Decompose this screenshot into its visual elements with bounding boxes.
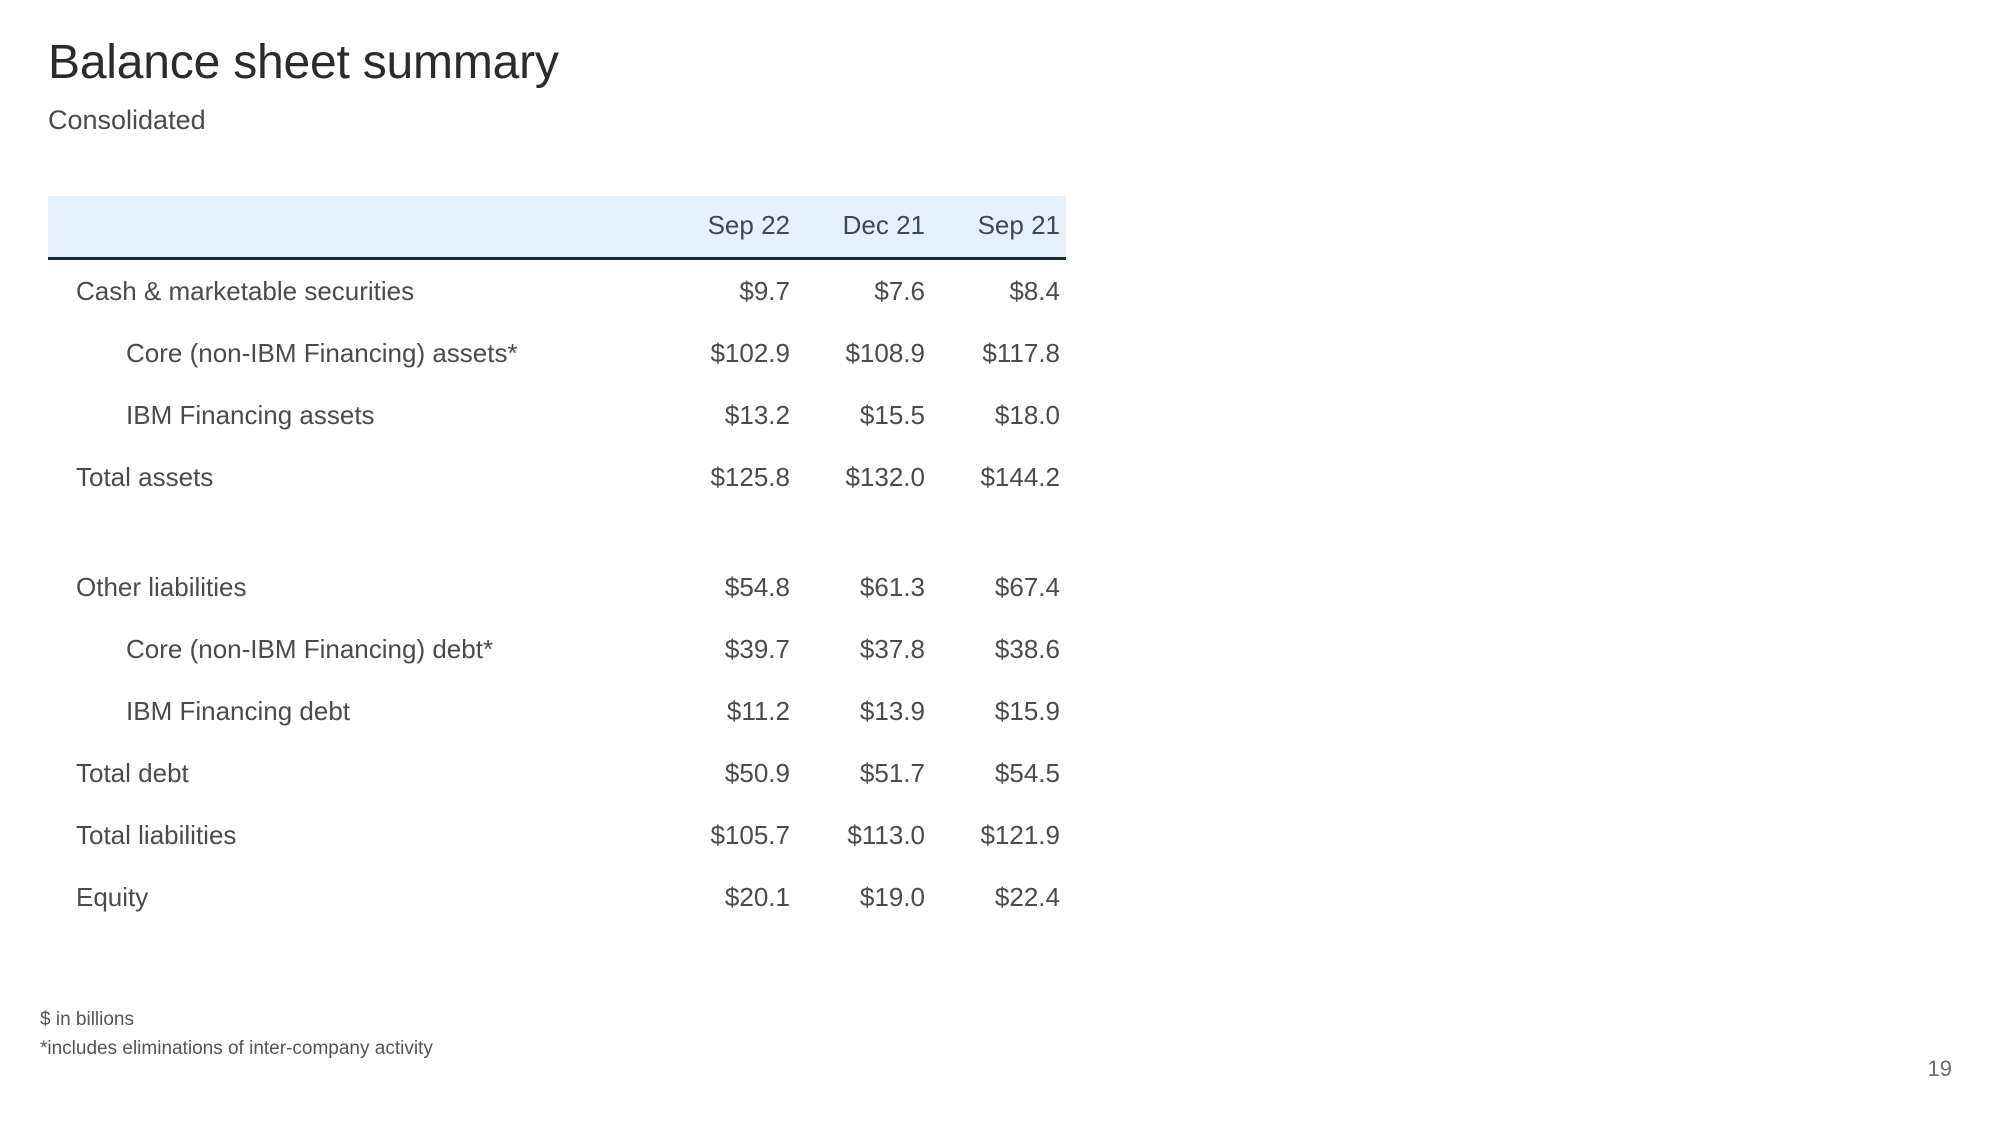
table-row: Core (non-IBM Financing) debt* $39.7 $37.8…	[48, 618, 1066, 680]
row-value-col-1: $20.1	[724, 881, 790, 912]
row-label: Core (non-IBM Financing) debt*	[126, 633, 494, 664]
heading-block: Balance sheet summary Consolidated	[48, 34, 559, 138]
row-value-col-2: $51.7	[859, 757, 925, 788]
row-label: Total assets	[76, 461, 214, 492]
table-row: IBM Financing assets $13.2 $15.5 $18.0	[48, 384, 1066, 446]
footnotes: $ in billions *includes eliminations of …	[40, 1005, 433, 1063]
row-value-col-1: $50.9	[724, 757, 790, 788]
footnote-units: $ in billions	[40, 1009, 134, 1030]
page-subtitle: Consolidated	[48, 105, 206, 135]
row-label: IBM Financing assets	[126, 399, 375, 430]
row-value-col-3: $38.6	[994, 633, 1060, 664]
row-value-col-1: $39.7	[724, 633, 790, 664]
row-value-col-1: $102.9	[710, 337, 790, 368]
row-value-col-1: $11.2	[726, 695, 790, 726]
row-value-col-3	[931, 508, 1066, 556]
row-value-col-3: $67.4	[994, 571, 1060, 602]
row-label: Equity	[76, 881, 149, 912]
row-value-col-1	[661, 508, 796, 556]
table-head: Sep 22 Dec 21 Sep 21	[48, 196, 1066, 260]
row-value-col-2: $37.8	[859, 633, 925, 664]
page-number: 19	[1927, 1056, 1952, 1081]
column-header-label	[48, 196, 661, 260]
row-value-col-3: $54.5	[994, 757, 1060, 788]
row-value-col-3: $22.4	[994, 881, 1060, 912]
row-value-col-3: $117.8	[982, 337, 1060, 368]
footnote-asterisk: *includes eliminations of inter-company …	[40, 1038, 433, 1059]
table-header-row: Sep 22 Dec 21 Sep 21	[48, 196, 1066, 260]
row-value-col-2: $132.0	[845, 461, 925, 492]
row-value-col-3: $18.0	[994, 399, 1060, 430]
page-title: Balance sheet summary	[48, 36, 559, 89]
row-value-col-1: $125.8	[710, 461, 790, 492]
slide-root: Balance sheet summary Consolidated Sep 2…	[0, 0, 1998, 1124]
row-value-col-1: $105.7	[710, 819, 790, 850]
row-value-col-1: $13.2	[724, 399, 790, 430]
table-row: Total liabilities $105.7 $113.0 $121.9	[48, 804, 1066, 866]
row-value-col-2	[796, 508, 931, 556]
table-spacer-row	[48, 508, 1066, 556]
column-header-period-1: Sep 22	[661, 196, 796, 260]
row-value-col-2: $19.0	[859, 881, 925, 912]
row-value-col-2: $15.5	[859, 399, 925, 430]
column-header-period-3: Sep 21	[931, 196, 1066, 260]
table-row: Total debt $50.9 $51.7 $54.5	[48, 742, 1066, 804]
row-value-col-3: $8.4	[1009, 275, 1060, 306]
row-label: Total debt	[76, 757, 189, 788]
row-value-col-3: $121.9	[980, 819, 1060, 850]
table-body: Cash & marketable securities $9.7 $7.6 $8.4…	[48, 259, 1066, 929]
row-value-col-2: $61.3	[859, 571, 925, 602]
table-row: IBM Financing debt $11.2 $13.9 $15.9	[48, 680, 1066, 742]
row-value-col-2: $7.6	[874, 275, 925, 306]
table-row: Other liabilities $54.8 $61.3 $67.4	[48, 556, 1066, 618]
row-value-col-3: $15.9	[994, 695, 1060, 726]
row-value-col-1: $54.8	[724, 571, 790, 602]
row-label: Other liabilities	[76, 571, 247, 602]
table-row: Cash & marketable securities $9.7 $7.6 $8.4	[48, 259, 1066, 323]
table-row: Equity $20.1 $19.0 $22.4	[48, 866, 1066, 928]
row-label	[48, 508, 661, 556]
table-row: Core (non-IBM Financing) assets* $102.9 $1…	[48, 322, 1066, 384]
row-value-col-2: $113.0	[847, 819, 925, 850]
row-value-col-2: $13.9	[859, 695, 925, 726]
row-value-col-1: $9.7	[739, 275, 790, 306]
row-label: Core (non-IBM Financing) assets*	[126, 337, 518, 368]
row-value-col-2: $108.9	[845, 337, 925, 368]
column-header-period-2: Dec 21	[796, 196, 931, 260]
table-row: Total assets $125.8 $132.0 $144.2	[48, 446, 1066, 508]
row-label: IBM Financing debt	[126, 695, 351, 726]
balance-sheet-table: Sep 22 Dec 21 Sep 21 Cash & marketable s…	[48, 196, 1066, 928]
row-label: Cash & marketable securities	[76, 275, 415, 306]
row-value-col-3: $144.2	[980, 461, 1060, 492]
row-label: Total liabilities	[76, 819, 237, 850]
balance-sheet-table-wrap: Sep 22 Dec 21 Sep 21 Cash & marketable s…	[48, 196, 1066, 928]
